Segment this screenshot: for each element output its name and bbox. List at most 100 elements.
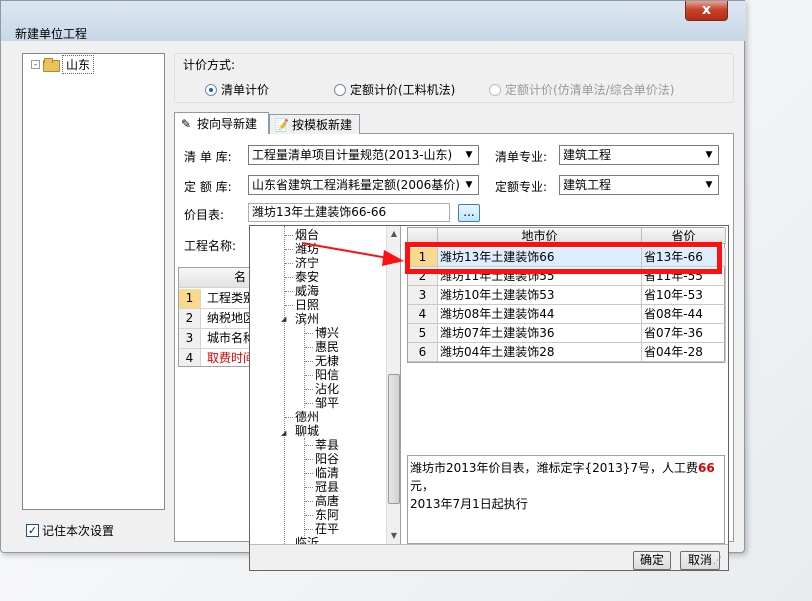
tree-item-city[interactable]: 滨州 bbox=[295, 312, 319, 326]
tree-line bbox=[285, 249, 293, 250]
tree-item-county[interactable]: 惠民 bbox=[315, 340, 339, 354]
close-button[interactable]: x bbox=[685, 1, 728, 21]
tree-scrollbar[interactable]: ▲ ▼ bbox=[386, 226, 400, 544]
tree-item-city[interactable]: 威海 bbox=[295, 284, 319, 298]
tree-line bbox=[305, 487, 313, 488]
tree-line bbox=[305, 515, 313, 516]
property-table: 名 1 工程类别 2 纳税地区 3 城市名称 4 取费时间 bbox=[178, 267, 258, 367]
tree-item-county[interactable]: 邹平 bbox=[315, 396, 339, 410]
table-row[interactable]: 2 纳税地区 bbox=[179, 309, 257, 329]
tree-item-county[interactable]: 临清 bbox=[315, 466, 339, 480]
tree-item-city[interactable]: 聊城 bbox=[295, 424, 319, 438]
tree-item-county[interactable]: 高唐 bbox=[315, 494, 339, 508]
tree-node-root[interactable]: - 山东 bbox=[31, 54, 95, 74]
tree-item-county[interactable]: 无棣 bbox=[315, 354, 339, 368]
radio-bill-pricing[interactable]: 清单计价 bbox=[205, 81, 269, 98]
select-value: 山东省建筑工程消耗量定额(2006基价) bbox=[252, 178, 460, 192]
select-value: 建筑工程 bbox=[563, 178, 612, 192]
pricing-method-label: 计价方式: bbox=[181, 56, 238, 73]
tree-item-county[interactable]: 博兴 bbox=[315, 326, 339, 340]
table-row[interactable]: 5 潍坊07年土建装饰36 省07年-36 bbox=[408, 324, 726, 343]
tab-label: 按向导新建 bbox=[197, 117, 258, 131]
tab-template[interactable]: 📝 按模板新建 bbox=[269, 114, 360, 134]
header-cell: 名 bbox=[234, 270, 247, 284]
dropdown-arrow-icon[interactable]: ▼ bbox=[462, 176, 476, 194]
tree-line bbox=[304, 324, 305, 408]
checkbox-check-icon[interactable]: ✓ bbox=[26, 524, 39, 537]
table-row[interactable]: 4 潍坊08年土建装饰44 省08年-44 bbox=[408, 305, 726, 324]
tree-line bbox=[305, 501, 313, 502]
tree-line bbox=[285, 235, 293, 236]
row-number: 4 bbox=[408, 305, 438, 324]
tree-item-county[interactable]: 阳谷 bbox=[315, 452, 339, 466]
select-value: 工程量清单项目计量规范(2013-山东) bbox=[252, 148, 453, 162]
radio-selected-icon[interactable] bbox=[205, 83, 217, 96]
tree-item-city[interactable]: 德州 bbox=[295, 410, 319, 424]
dropdown-arrow-icon[interactable]: ▼ bbox=[462, 146, 476, 164]
region-tree: - 山东 bbox=[22, 53, 165, 510]
row-number: 2 bbox=[179, 309, 201, 328]
tree-item-city[interactable]: 泰安 bbox=[295, 270, 319, 284]
wizard-icon: ✎ bbox=[180, 116, 192, 131]
tab-wizard[interactable]: ✎ 按向导新建 bbox=[174, 112, 269, 134]
table-row[interactable]: 3 潍坊10年土建装饰53 省10年-53 bbox=[408, 286, 726, 305]
tree-line bbox=[284, 226, 285, 544]
tree-item-county[interactable]: 冠县 bbox=[315, 480, 339, 494]
tree-line bbox=[285, 277, 293, 278]
collapse-triangle-icon[interactable]: ◢ bbox=[281, 429, 286, 437]
row-number: 3 bbox=[408, 286, 438, 305]
resize-grip-icon[interactable]: ⋰ bbox=[713, 556, 722, 566]
folder-open-icon bbox=[43, 58, 60, 72]
tree-line bbox=[305, 473, 313, 474]
row-text: 城市名称 bbox=[207, 331, 256, 345]
quota-major-select[interactable]: 建筑工程 ▼ bbox=[559, 175, 719, 195]
radio-icon[interactable] bbox=[334, 83, 346, 96]
table-row[interactable]: 6 潍坊04年土建装饰28 省04年-28 bbox=[408, 343, 726, 362]
ok-button[interactable]: 确定 bbox=[633, 551, 671, 570]
labor-cost-value: 66 bbox=[697, 461, 715, 475]
property-table-header: 名 bbox=[179, 268, 257, 288]
tree-line bbox=[304, 438, 305, 538]
quota-lib-select[interactable]: 山东省建筑工程消耗量定额(2006基价) ▼ bbox=[248, 175, 479, 195]
tree-item-city[interactable]: 日照 bbox=[295, 298, 319, 312]
collapse-triangle-icon[interactable]: ◢ bbox=[281, 315, 286, 323]
highlight-box bbox=[405, 242, 722, 274]
tree-item-county[interactable]: 东阿 bbox=[315, 508, 339, 522]
scroll-down-icon[interactable]: ▼ bbox=[387, 528, 400, 544]
dropdown-arrow-icon[interactable]: ▼ bbox=[702, 146, 716, 164]
list-major-select[interactable]: 建筑工程 ▼ bbox=[559, 145, 719, 165]
radio-quota-pricing[interactable]: 定额计价(工料机法) bbox=[334, 81, 455, 98]
remember-label: 记住本次设置 bbox=[42, 524, 115, 538]
list-lib-select[interactable]: 工程量清单项目计量规范(2013-山东) ▼ bbox=[248, 145, 479, 165]
expand-icon[interactable]: - bbox=[31, 59, 40, 69]
browse-button[interactable]: ... bbox=[458, 204, 480, 222]
table-row[interactable]: 3 城市名称 bbox=[179, 329, 257, 349]
list-lib-label: 清 单 库: bbox=[184, 150, 232, 164]
radio-quota-imitate-pricing: 定额计价(仿清单法/综合单价法) bbox=[489, 81, 674, 98]
price-table-popup: 烟台 潍坊 济宁 泰安 威海 日照 ◢ 滨州 博兴 惠民 无棣 阳信 沾化 邹平… bbox=[249, 225, 729, 571]
remember-settings[interactable]: ✓ 记住本次设置 bbox=[26, 522, 114, 539]
table-row[interactable]: 1 工程类别 bbox=[179, 289, 257, 309]
dropdown-arrow-icon[interactable]: ▼ bbox=[702, 176, 716, 194]
province-price-cell: 省10年-53 bbox=[642, 286, 726, 305]
tree-line bbox=[305, 389, 313, 390]
tree-item-county[interactable]: 莘县 bbox=[315, 438, 339, 452]
tree-line bbox=[285, 417, 293, 418]
row-number: 4 bbox=[179, 349, 201, 366]
row-text: 工程类别 bbox=[207, 291, 256, 305]
tree-item-city[interactable]: 临沂 bbox=[295, 536, 319, 544]
city-price-cell: 潍坊07年土建装饰36 bbox=[438, 324, 642, 343]
province-price-cell: 省04年-28 bbox=[642, 343, 726, 362]
scroll-thumb[interactable] bbox=[388, 374, 400, 504]
window-title: 新建单位工程 bbox=[15, 27, 88, 41]
tree-item-county[interactable]: 沾化 bbox=[315, 382, 339, 396]
tree-item-county[interactable]: 茌平 bbox=[315, 522, 339, 536]
price-table-input[interactable]: 潍坊13年土建装饰66-66 bbox=[248, 203, 450, 222]
tree-line bbox=[305, 333, 313, 334]
select-value: 建筑工程 bbox=[563, 148, 612, 162]
table-row[interactable]: 4 取费时间 bbox=[179, 349, 257, 366]
tree-line bbox=[285, 263, 293, 264]
city-price-cell: 潍坊10年土建装饰53 bbox=[438, 286, 642, 305]
tree-item-county[interactable]: 阳信 bbox=[315, 368, 339, 382]
row-text: 取费时间 bbox=[207, 351, 256, 365]
